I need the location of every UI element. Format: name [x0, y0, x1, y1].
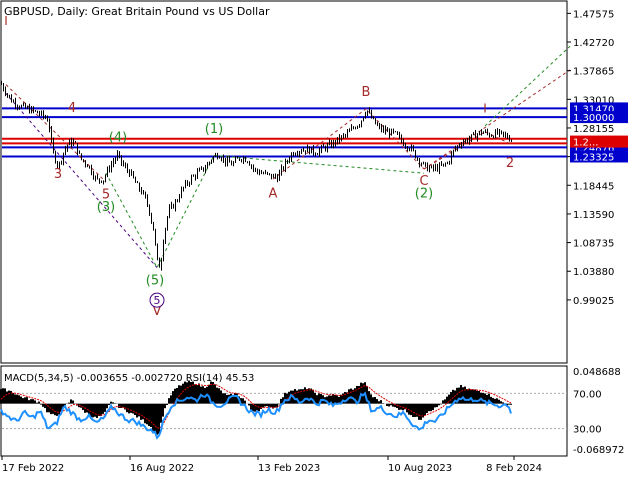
indicator-title: MACD(5,34,5) -0.003655 -0.002720 RSI(14)…	[4, 373, 254, 384]
price-tick-label: 1.42720	[573, 38, 614, 49]
wave-label: (2)	[415, 186, 433, 201]
wave-label: A	[269, 186, 278, 201]
wave-label: 4	[68, 101, 76, 116]
macd-tick-label: 0.048688	[573, 367, 621, 378]
rsi-level-label: 70.00	[573, 389, 602, 400]
time-tick-label: 17 Feb 2022	[2, 463, 64, 474]
time-tick-label: 16 Aug 2022	[130, 463, 194, 474]
wave-label: (4)	[109, 130, 127, 145]
wave-label: (1)	[205, 122, 223, 137]
wave-label-circled: 5	[154, 294, 161, 307]
time-tick-label: 13 Feb 2023	[258, 463, 320, 474]
main-chart-frame	[0, 0, 568, 364]
level-tag-label: 1.30000	[573, 113, 614, 124]
rsi-level-label: 30.00	[573, 425, 602, 436]
time-tick-label: 8 Feb 2024	[486, 463, 542, 474]
wave-label: B	[362, 85, 371, 100]
wave-label: (5)	[146, 274, 164, 289]
time-tick-label: 10 Aug 2023	[388, 463, 452, 474]
wave-label: 3	[54, 167, 62, 182]
price-tick-label: 1.47575	[573, 9, 614, 20]
price-tick-label: 1.08735	[573, 239, 614, 250]
wave-label: (3)	[97, 200, 115, 215]
price-tick-label: 1.28155	[573, 124, 614, 135]
price-tick-label: 1.13590	[573, 210, 614, 221]
wave-label: 2	[506, 156, 514, 171]
price-tick-label: 1.03880	[573, 267, 614, 278]
level-tag-label: 1.23325	[573, 152, 614, 163]
chart-canvas: I345(3)(4)(5)V(1)ABC(2)I25 1.475751.4272…	[0, 0, 628, 474]
price-tick-label: 1.37865	[573, 67, 614, 78]
macd-tick-label: -0.068972	[573, 445, 624, 456]
current-price-label: 1.2...	[573, 138, 598, 149]
wave-label: I	[483, 101, 487, 115]
chart-title: GBPUSD, Daily: Great Britain Pound vs US…	[4, 5, 270, 18]
price-tick-label: 0.99025	[573, 296, 614, 307]
time-axis: 17 Feb 2022 16 Aug 2022 13 Feb 2023 10 Aug …	[1, 456, 542, 474]
price-tick-label: 1.18445	[573, 181, 614, 192]
